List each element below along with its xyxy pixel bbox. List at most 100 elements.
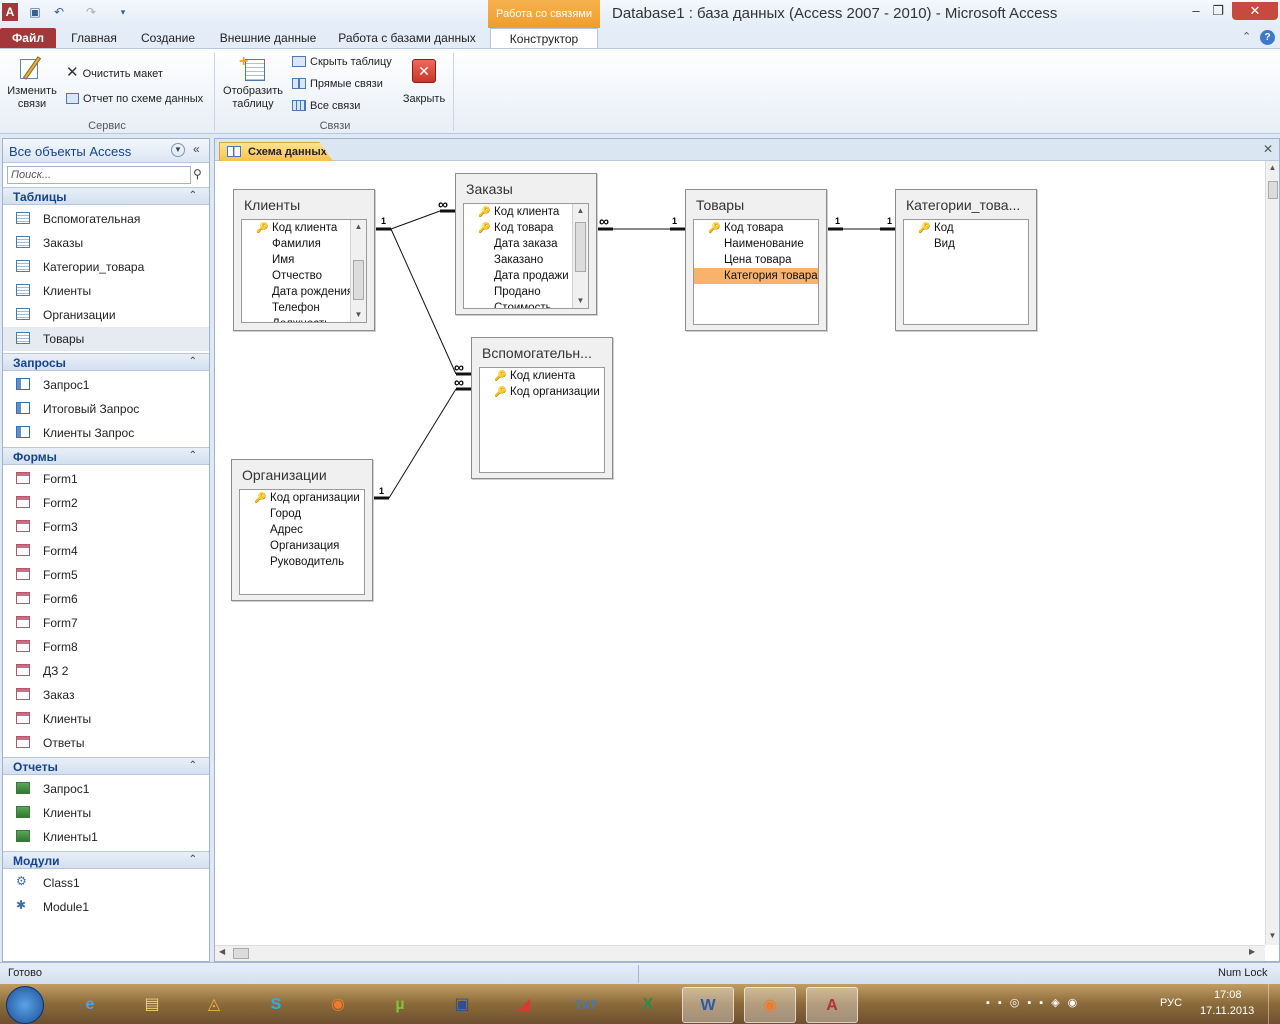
field-row[interactable]: 🔑 Код организации — [480, 384, 604, 400]
taskbar-firefox-icon[interactable]: ◉ — [312, 987, 364, 1023]
close-window-icon[interactable]: ✕ — [1232, 2, 1278, 20]
relationship-canvas[interactable]: 1 ∞ ∞ 1 ∞ ∞ 1 1 1 Клиенты 🔑 Код клиента Фамилия Имя О… — [215, 161, 1265, 945]
tab-home[interactable]: Главная — [66, 28, 122, 48]
tab-external-data[interactable]: Внешние данные — [212, 28, 324, 48]
tray-icons[interactable]: ▪▪◎▪▪◈◉ — [986, 996, 1085, 1009]
start-button-icon[interactable] — [6, 986, 44, 1024]
tab-file[interactable]: Файл — [0, 28, 56, 48]
field-list[interactable]: 🔑 Код клиента Фамилия Имя Отчество Дата рожде… — [241, 219, 367, 323]
scroll-up-icon[interactable]: ▲ — [1266, 163, 1279, 172]
qat-customize-icon[interactable]: ▾ — [114, 3, 132, 21]
scroll-right-icon[interactable]: ▶ — [1249, 947, 1255, 956]
field-row[interactable]: Дата рождения — [242, 284, 366, 300]
field-row[interactable]: Адрес — [240, 522, 364, 538]
nav-item-form[interactable]: Form7 — [3, 611, 209, 635]
field-row[interactable]: Отчество — [242, 268, 366, 284]
nav-item-report[interactable]: Клиенты1 — [3, 825, 209, 849]
search-icon[interactable]: ⚲ — [193, 167, 202, 181]
taskbar-ccleaner-icon[interactable]: ◢ — [498, 987, 550, 1023]
undo-icon[interactable]: ↶ — [50, 3, 68, 21]
nav-item-form[interactable]: Form3 — [3, 515, 209, 539]
field-row[interactable]: 🔑 Код клиента — [242, 220, 366, 236]
field-list[interactable]: 🔑 Код Вид — [903, 219, 1029, 325]
field-row[interactable]: 🔑 Код клиента — [480, 368, 604, 384]
collapse-chevron-icon[interactable]: ⌃ — [189, 356, 197, 367]
nav-section-table[interactable]: Таблицы ⌃ — [3, 187, 209, 205]
field-list[interactable]: 🔑 Код клиента 🔑 Код товара Дата заказа Заказа… — [463, 203, 589, 309]
nav-item-form[interactable]: Form8 — [3, 635, 209, 659]
taskbar-word-icon[interactable]: W — [682, 987, 734, 1023]
nav-item-form[interactable]: Form6 — [3, 587, 209, 611]
horizontal-scrollbar[interactable]: ◀ ▶ — [215, 945, 1265, 961]
field-row[interactable]: Заказано — [464, 252, 588, 268]
nav-section-module[interactable]: Модули ⌃ — [3, 851, 209, 869]
scroll-left-icon[interactable]: ◀ — [219, 947, 225, 956]
nav-item-table[interactable]: Товары — [3, 327, 209, 351]
field-row[interactable]: 🔑 Код — [904, 220, 1028, 236]
table-box-title[interactable]: Вспомогательн... — [482, 345, 592, 361]
tab-designer[interactable]: Конструктор — [490, 28, 598, 49]
scroll-down-icon[interactable]: ▼ — [1266, 931, 1279, 940]
ribbon-collapse-icon[interactable]: ⌃ — [1242, 30, 1251, 43]
scroll-thumb[interactable] — [353, 260, 364, 300]
all-relations-button[interactable]: Все связи — [292, 100, 360, 112]
scroll-down-icon[interactable]: ▼ — [351, 308, 366, 322]
show-table-button[interactable]: + Отобразить таблицу — [220, 53, 286, 119]
field-row[interactable]: Город — [240, 506, 364, 522]
nav-item-form[interactable]: Form1 — [3, 467, 209, 491]
taskbar-firefox2-icon[interactable]: ◉ — [744, 987, 796, 1023]
field-row[interactable]: 🔑 Код товара — [464, 220, 588, 236]
nav-item-form[interactable]: Ответы — [3, 731, 209, 755]
scroll-thumb[interactable] — [233, 948, 249, 959]
taskbar-save-icon[interactable]: ▣ — [436, 987, 488, 1023]
relation-line-org-vspom[interactable] — [388, 388, 457, 499]
collapse-chevron-icon[interactable]: ⌃ — [189, 760, 197, 771]
field-row[interactable]: Телефон — [242, 300, 366, 316]
nav-item-form[interactable]: ДЗ 2 — [3, 659, 209, 683]
nav-section-form[interactable]: Формы ⌃ — [3, 447, 209, 465]
field-row[interactable]: Фамилия — [242, 236, 366, 252]
tab-create[interactable]: Создание — [134, 28, 202, 48]
close-relations-button[interactable]: ✕ Закрыть — [398, 57, 450, 105]
nav-collapse-icon[interactable]: « — [193, 142, 200, 156]
field-row[interactable]: Дата заказа — [464, 236, 588, 252]
field-row[interactable]: Цена товара — [694, 252, 818, 268]
edit-relations-button[interactable]: Изменить связи — [4, 53, 60, 119]
table-box-vspom[interactable]: Вспомогательн... 🔑 Код клиента 🔑 Код организ… — [471, 337, 613, 479]
save-icon[interactable]: ▣ — [26, 3, 44, 21]
nav-item-table[interactable]: Заказы — [3, 231, 209, 255]
help-icon[interactable]: ? — [1260, 30, 1275, 45]
taskbar-app-icon[interactable]: ◬ — [188, 987, 240, 1023]
field-row[interactable]: 🔑 Код организации — [240, 490, 364, 506]
clock-date[interactable]: 17.11.2013 — [1200, 1005, 1254, 1017]
field-row[interactable]: 🔑 Код товара — [694, 220, 818, 236]
nav-item-form[interactable]: Клиенты — [3, 707, 209, 731]
nav-section-report[interactable]: Отчеты ⌃ — [3, 757, 209, 775]
relation-line-klienty-vspom[interactable] — [390, 228, 457, 375]
table-box-org[interactable]: Организации 🔑 Код организации Город Адрес Орг… — [231, 459, 373, 601]
scroll-down-icon[interactable]: ▼ — [573, 294, 588, 308]
nav-search-input[interactable]: Поиск... — [7, 166, 191, 184]
taskbar-ie-icon[interactable]: e — [64, 987, 116, 1023]
table-box-zakazy[interactable]: Заказы 🔑 Код клиента 🔑 Код товара Дата заказа… — [455, 173, 597, 315]
table-box-title[interactable]: Товары — [696, 197, 744, 213]
field-row[interactable]: Имя — [242, 252, 366, 268]
field-row[interactable]: 🔑 Код клиента — [464, 204, 588, 220]
nav-item-table[interactable]: Клиенты — [3, 279, 209, 303]
table-box-klienty[interactable]: Клиенты 🔑 Код клиента Фамилия Имя Отчество Дат… — [233, 189, 375, 331]
nav-menu-chevron-icon[interactable]: ▼ — [171, 143, 185, 157]
nav-item-table[interactable]: Организации — [3, 303, 209, 327]
field-list-scrollbar[interactable]: ▲ ▼ — [572, 204, 588, 308]
collapse-chevron-icon[interactable]: ⌃ — [189, 854, 197, 865]
field-list[interactable]: 🔑 Код организации Город Адрес Организация Рук… — [239, 489, 365, 595]
vertical-scrollbar[interactable]: ▲ ▼ — [1265, 161, 1279, 945]
nav-item-query[interactable]: Запрос1 — [3, 373, 209, 397]
nav-item-form[interactable]: Form5 — [3, 563, 209, 587]
field-row[interactable]: Продано — [464, 284, 588, 300]
table-box-title[interactable]: Клиенты — [244, 197, 300, 213]
nav-item-query[interactable]: Итоговый Запрос — [3, 397, 209, 421]
table-box-title[interactable]: Заказы — [466, 181, 513, 197]
hide-table-button[interactable]: Скрыть таблицу — [292, 56, 392, 68]
minimize-icon[interactable]: – — [1184, 2, 1208, 20]
relation-report-button[interactable]: Отчет по схеме данных — [66, 93, 203, 105]
